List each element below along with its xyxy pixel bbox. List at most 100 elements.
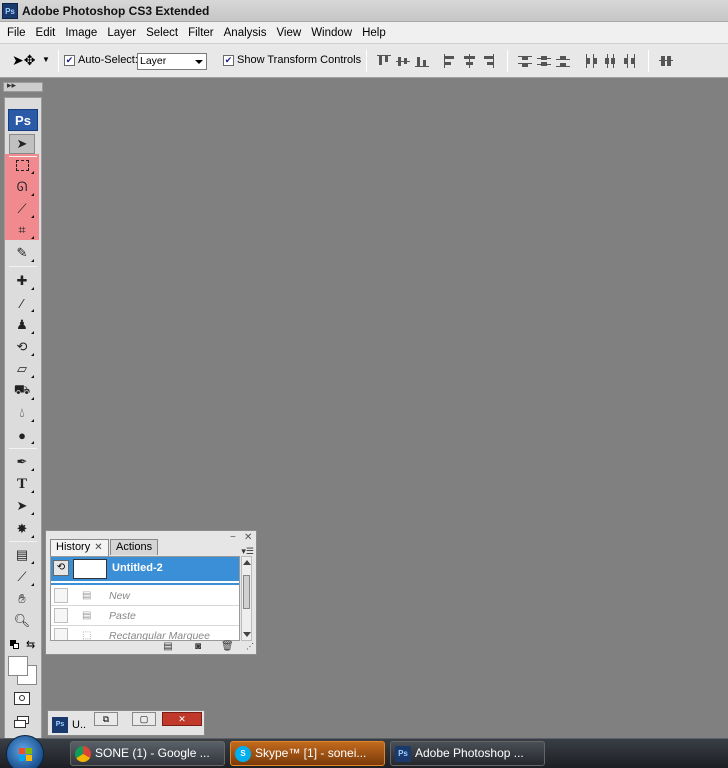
- auto-select-dropdown[interactable]: Layer: [137, 53, 207, 70]
- new-document-from-state-icon[interactable]: ▤: [162, 642, 174, 652]
- scroll-up-icon[interactable]: [243, 560, 251, 565]
- resize-grip-icon[interactable]: ⋰: [244, 642, 256, 652]
- show-transform-checkbox[interactable]: ✔: [223, 55, 234, 66]
- close-tab-icon[interactable]: ✕: [94, 542, 102, 553]
- distribute-bottom-edges-icon[interactable]: [556, 54, 570, 68]
- brush-tool[interactable]: ⁄: [9, 293, 35, 313]
- align-bottom-edges-icon[interactable]: [415, 54, 429, 68]
- toolbox-collapse-bar[interactable]: ▸▸: [3, 80, 43, 92]
- slice-tool[interactable]: ✎: [9, 243, 35, 263]
- tool-preset-picker[interactable]: ➤✥ ▼: [12, 52, 52, 70]
- history-item[interactable]: ▤ Paste: [51, 606, 239, 626]
- taskbar-item-label: SONE (1) - Google ...: [95, 746, 210, 760]
- history-source-checkbox[interactable]: [54, 628, 68, 640]
- distribute-right-edges-icon[interactable]: [622, 54, 636, 68]
- notes-tool[interactable]: ▤: [9, 545, 35, 565]
- history-brush-source-icon[interactable]: ⟲: [53, 560, 69, 576]
- trash-icon[interactable]: 🗑︎: [221, 642, 234, 652]
- close-icon[interactable]: ✕: [244, 532, 252, 543]
- taskbar-item-label: Adobe Photoshop ...: [415, 746, 524, 760]
- menu-window[interactable]: Window: [306, 22, 357, 44]
- lasso-tool[interactable]: ᘏ: [9, 177, 35, 197]
- paint-bucket-tool[interactable]: ⛟: [9, 381, 35, 401]
- photoshop-icon: Ps: [395, 746, 411, 762]
- taskbar-item-photoshop[interactable]: Ps Adobe Photoshop ...: [390, 741, 545, 766]
- history-brush-tool[interactable]: ⟲: [9, 337, 35, 357]
- move-tool[interactable]: ➤: [9, 134, 35, 154]
- eyedropper-tool[interactable]: ⟋: [9, 567, 35, 587]
- maximize-icon[interactable]: ▢: [132, 712, 156, 726]
- path-selection-tool[interactable]: ➤: [9, 496, 35, 516]
- history-source-checkbox[interactable]: [54, 588, 68, 603]
- dodge-tool[interactable]: ●: [9, 425, 35, 445]
- menu-help[interactable]: Help: [357, 22, 391, 44]
- swap-colors-icon[interactable]: ⇆: [26, 638, 35, 651]
- eraser-tool[interactable]: ▱: [9, 359, 35, 379]
- auto-align-layers-icon[interactable]: [659, 54, 673, 68]
- menu-select[interactable]: Select: [141, 22, 183, 44]
- distribute-vertical-centers-icon[interactable]: [537, 54, 551, 68]
- align-left-edges-icon[interactable]: [443, 54, 457, 68]
- minimize-icon[interactable]: −: [230, 532, 236, 543]
- history-item[interactable]: ▤ New: [51, 586, 239, 606]
- menu-layer[interactable]: Layer: [102, 22, 141, 44]
- menu-file[interactable]: File: [2, 22, 31, 44]
- taskbar-item-chrome[interactable]: SONE (1) - Google ...: [70, 741, 225, 766]
- align-horizontal-centers-icon[interactable]: [462, 54, 476, 68]
- quick-mask-icon[interactable]: [14, 692, 30, 705]
- align-vertical-centers-icon[interactable]: [396, 54, 410, 68]
- taskbar-item-skype[interactable]: S Skype™ [1] - sonei...: [230, 741, 385, 766]
- history-snapshot[interactable]: ⟲ Untitled-2: [51, 557, 239, 581]
- toolbox-divider: [9, 448, 37, 449]
- rectangular-marquee-tool[interactable]: [9, 155, 35, 175]
- history-source-checkbox[interactable]: [54, 608, 68, 623]
- scroll-thumb[interactable]: [243, 575, 250, 609]
- type-icon: T: [16, 475, 27, 492]
- magic-wand-tool[interactable]: ⟋: [9, 199, 35, 219]
- options-divider: [507, 50, 508, 72]
- align-top-edges-icon[interactable]: [377, 54, 391, 68]
- clone-stamp-tool[interactable]: ♟: [9, 315, 35, 335]
- menu-image[interactable]: Image: [60, 22, 102, 44]
- photoshop-doc-icon: Ps: [52, 717, 68, 733]
- minimized-document[interactable]: Ps U.. ⧉ ▢ ✕: [47, 710, 205, 736]
- options-divider: [58, 50, 59, 72]
- custom-shape-tool[interactable]: ✸: [9, 519, 35, 539]
- close-icon[interactable]: ✕: [162, 712, 202, 726]
- zoom-tool[interactable]: 🔍︎: [9, 611, 35, 631]
- options-bar: ➤✥ ▼ ✔ Auto-Select: Layer ✔ Show Transfo…: [0, 44, 728, 78]
- menu-filter[interactable]: Filter: [183, 22, 219, 44]
- menu-view[interactable]: View: [271, 22, 306, 44]
- distribute-left-edges-icon[interactable]: [584, 54, 598, 68]
- menu-analysis[interactable]: Analysis: [219, 22, 272, 44]
- eraser-icon: ▱: [17, 361, 27, 376]
- distribute-top-edges-icon[interactable]: [518, 54, 532, 68]
- history-item[interactable]: ⬚ Rectangular Marquee: [51, 626, 239, 640]
- restore-icon[interactable]: ⧉: [94, 712, 118, 726]
- blur-tool[interactable]: 💧︎: [9, 403, 35, 423]
- default-colors-icon[interactable]: [10, 640, 20, 650]
- start-button[interactable]: [6, 735, 44, 768]
- hand-tool[interactable]: ✋︎: [9, 589, 35, 609]
- tab-history[interactable]: History ✕: [50, 539, 109, 556]
- crop-tool[interactable]: ⌗: [9, 220, 35, 240]
- slice-icon: ✎: [16, 245, 28, 260]
- pen-tool[interactable]: ✒: [9, 452, 35, 472]
- distribute-horizontal-centers-icon[interactable]: [603, 54, 617, 68]
- scroll-down-icon[interactable]: [243, 632, 251, 637]
- type-tool[interactable]: T: [9, 474, 35, 494]
- screen-mode-icon[interactable]: [14, 716, 30, 729]
- photoshop-logo-button[interactable]: Ps: [8, 109, 38, 131]
- double-chevron-icon: ▸▸: [7, 80, 17, 90]
- auto-select-checkbox[interactable]: ✔: [64, 55, 75, 66]
- align-right-edges-icon[interactable]: [481, 54, 495, 68]
- create-snapshot-icon[interactable]: ◙: [192, 642, 204, 652]
- foreground-color-swatch[interactable]: [8, 656, 28, 676]
- menu-edit[interactable]: Edit: [31, 22, 61, 44]
- toolbox-divider: [9, 266, 37, 267]
- history-item-label: Paste: [109, 610, 136, 622]
- history-scrollbar[interactable]: [241, 556, 252, 641]
- healing-brush-tool[interactable]: ✚: [9, 271, 35, 291]
- minimized-document-name: U..: [72, 719, 87, 731]
- tab-actions[interactable]: Actions: [110, 539, 159, 555]
